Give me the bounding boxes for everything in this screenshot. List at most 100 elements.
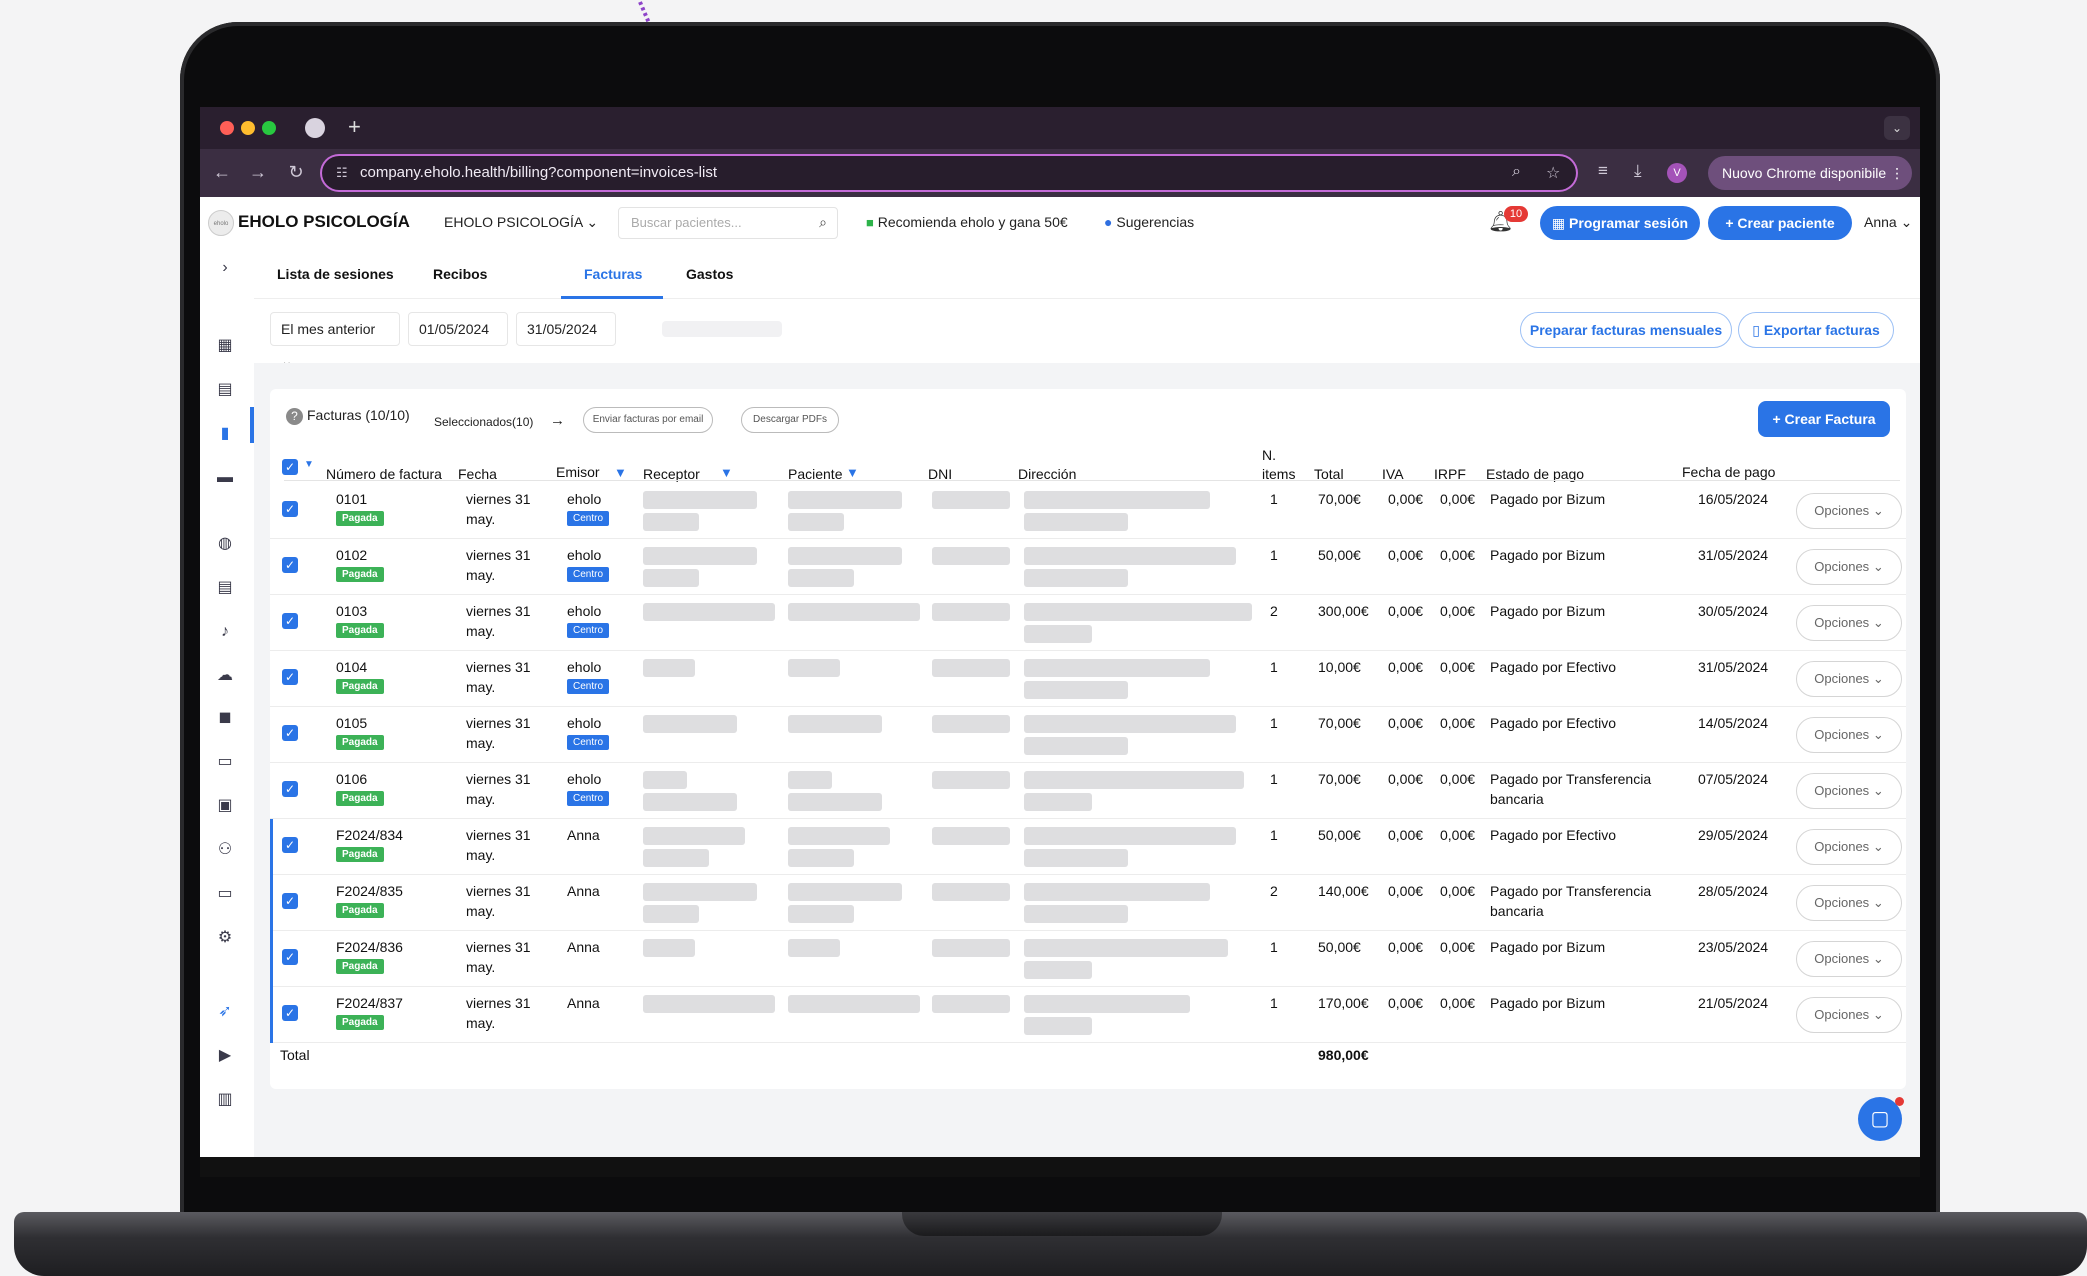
options-button[interactable]: Opciones ⌄	[1796, 885, 1902, 921]
row-checkbox[interactable]: ✓	[282, 613, 298, 629]
col-issuer[interactable]: Emisor	[556, 464, 600, 480]
suggestions-link[interactable]: ● Sugerencias	[1104, 214, 1194, 230]
row-checkbox[interactable]: ✓	[282, 893, 298, 909]
help-icon[interactable]: ?	[286, 408, 303, 425]
table-row[interactable]: ✓ F2024/836 Pagada viernes 31 may. Anna 1 50,00…	[270, 931, 1906, 987]
col-payment-date[interactable]: Fecha de pago	[1682, 464, 1775, 480]
close-window-button[interactable]	[220, 121, 234, 135]
user-menu[interactable]: Anna ⌄	[1864, 214, 1912, 231]
invoice-number[interactable]: 0101	[336, 489, 367, 509]
table-row[interactable]: ✓ 0104 Pagada viernes 31 may. eholo Centro 1 10,…	[270, 651, 1906, 707]
schedule-session-button[interactable]: ▦ Programar sesión	[1540, 206, 1700, 240]
row-checkbox[interactable]: ✓	[282, 949, 298, 965]
filter-icon[interactable]: ▼	[846, 464, 859, 480]
options-button[interactable]: Opciones ⌄	[1796, 493, 1902, 529]
chevron-right-icon[interactable]: ›	[214, 257, 236, 279]
back-arrow-icon[interactable]: ←	[210, 161, 234, 183]
calendar-check-icon[interactable]: ▣	[214, 795, 236, 817]
users-icon[interactable]: ⚇	[214, 839, 236, 861]
brand-logo[interactable]: eholo	[208, 210, 234, 236]
col-items-line1[interactable]: N.	[1262, 447, 1276, 463]
invoice-number[interactable]: 0103	[336, 601, 367, 621]
download-icon[interactable]: ⤓	[1634, 161, 1642, 181]
youtube-icon[interactable]: ▶	[214, 1045, 236, 1067]
options-button[interactable]: Opciones ⌄	[1796, 773, 1902, 809]
create-invoice-button[interactable]: + Crear Factura	[1758, 401, 1890, 437]
robot-icon[interactable]: ◍	[214, 533, 236, 555]
row-checkbox[interactable]: ✓	[282, 501, 298, 517]
chrome-update-button[interactable]: Nuovo Chrome disponibile ⋮	[1708, 156, 1912, 190]
recommend-link[interactable]: ■ Recomienda eholo y gana 50€	[866, 214, 1068, 230]
filter-icon[interactable]: ▼	[614, 464, 627, 480]
invoice-number[interactable]: F2024/834	[336, 825, 403, 845]
table-row[interactable]: ✓ F2024/837 Pagada viernes 31 may. Anna 1 170,0…	[270, 987, 1906, 1043]
invoice-number[interactable]: 0105	[336, 713, 367, 733]
select-all-checkbox[interactable]: ✓	[282, 459, 298, 475]
reload-icon[interactable]: ↻	[284, 161, 308, 183]
organization-select[interactable]: EHOLO PSICOLOGÍA ⌄	[444, 214, 598, 231]
options-button[interactable]: Opciones ⌄	[1796, 661, 1902, 697]
gear-icon[interactable]: ⚙	[214, 927, 236, 949]
calendar-icon[interactable]: ▦	[214, 335, 236, 357]
tab-sessions[interactable]: Lista de sesiones	[277, 266, 394, 282]
table-row[interactable]: ✓ 0102 Pagada viernes 31 may. eholo Centro 1 50,…	[270, 539, 1906, 595]
reading-list-icon[interactable]: ≡	[1598, 161, 1608, 181]
row-checkbox[interactable]: ✓	[282, 1005, 298, 1021]
note-icon[interactable]: ◼	[214, 707, 236, 729]
bookmark-star-icon[interactable]: ☆	[1546, 163, 1560, 183]
table-row[interactable]: ✓ 0106 Pagada viernes 31 may. eholo Centro 1 70,…	[270, 763, 1906, 819]
options-button[interactable]: Opciones ⌄	[1796, 829, 1902, 865]
create-patient-button[interactable]: + Crear paciente	[1708, 206, 1852, 240]
table-icon[interactable]: ▤	[214, 577, 236, 599]
tab-search-button[interactable]: ⌄	[1884, 116, 1910, 140]
contact-card-icon[interactable]: ▤	[214, 379, 236, 401]
zoom-icon[interactable]: ⌕	[1512, 163, 1521, 181]
options-button[interactable]: Opciones ⌄	[1796, 717, 1902, 753]
invoice-number[interactable]: 0106	[336, 769, 367, 789]
table-row[interactable]: ✓ 0103 Pagada viernes 31 may. eholo Centro 2 300…	[270, 595, 1906, 651]
options-button[interactable]: Opciones ⌄	[1796, 605, 1902, 641]
row-checkbox[interactable]: ✓	[282, 781, 298, 797]
date-to-input[interactable]: 31/05/2024	[516, 312, 616, 346]
options-button[interactable]: Opciones ⌄	[1796, 941, 1902, 977]
invoice-number[interactable]: F2024/836	[336, 937, 403, 957]
address-bar[interactable]: ☷ company.eholo.health/billing?component…	[322, 156, 1576, 190]
period-select[interactable]: El mes anterior ⌄	[270, 312, 400, 369]
rocket-icon[interactable]: ➶	[214, 1001, 236, 1023]
tab-invoices[interactable]: Facturas	[584, 266, 642, 282]
date-from-input[interactable]: 01/05/2024	[408, 312, 508, 346]
bar-chart-icon[interactable]: ▥	[214, 1089, 236, 1111]
invoice-number[interactable]: F2024/835	[336, 881, 403, 901]
site-settings-icon[interactable]: ☷	[336, 165, 348, 181]
options-button[interactable]: Opciones ⌄	[1796, 549, 1902, 585]
sofa-icon[interactable]: ▭	[214, 751, 236, 773]
tab-expenses[interactable]: Gastos	[686, 266, 733, 282]
profile-avatar[interactable]: V	[1667, 163, 1687, 183]
invoice-icon[interactable]: ▮	[214, 423, 236, 445]
row-checkbox[interactable]: ✓	[282, 725, 298, 741]
cloud-icon[interactable]: ☁	[214, 665, 236, 687]
new-tab-button[interactable]: +	[348, 114, 361, 140]
filter-icon[interactable]: ▼	[720, 464, 733, 480]
select-menu-caret-icon[interactable]: ▼	[304, 459, 314, 470]
minimize-window-button[interactable]	[241, 121, 255, 135]
invoice-number[interactable]: F2024/837	[336, 993, 403, 1013]
options-button[interactable]: Opciones ⌄	[1796, 997, 1902, 1033]
row-checkbox[interactable]: ✓	[282, 557, 298, 573]
row-checkbox[interactable]: ✓	[282, 837, 298, 853]
download-pdfs-button[interactable]: Descargar PDFs	[741, 407, 839, 433]
microphone-icon[interactable]: ♪	[214, 621, 236, 643]
table-row[interactable]: ✓ F2024/834 Pagada viernes 31 may. Anna 1 50,00…	[270, 819, 1906, 875]
export-invoices-button[interactable]: ▯ Exportar facturas	[1738, 312, 1894, 348]
prepare-monthly-invoices-button[interactable]: Preparar facturas mensuales	[1520, 312, 1732, 348]
wallet-icon[interactable]: ▬	[214, 467, 236, 489]
browser-tab[interactable]	[305, 118, 325, 138]
forward-arrow-icon[interactable]: →	[246, 161, 270, 183]
invoice-number[interactable]: 0104	[336, 657, 367, 677]
table-row[interactable]: ✓ 0105 Pagada viernes 31 may. eholo Centro 1 70,…	[270, 707, 1906, 763]
table-row[interactable]: ✓ 0101 Pagada viernes 31 may. eholo Centro 1 70,…	[270, 483, 1906, 539]
credit-card-icon[interactable]: ▭	[214, 883, 236, 905]
tab-receipts[interactable]: Recibos	[433, 266, 487, 282]
row-checkbox[interactable]: ✓	[282, 669, 298, 685]
email-invoices-button[interactable]: Enviar facturas por email	[583, 407, 713, 433]
